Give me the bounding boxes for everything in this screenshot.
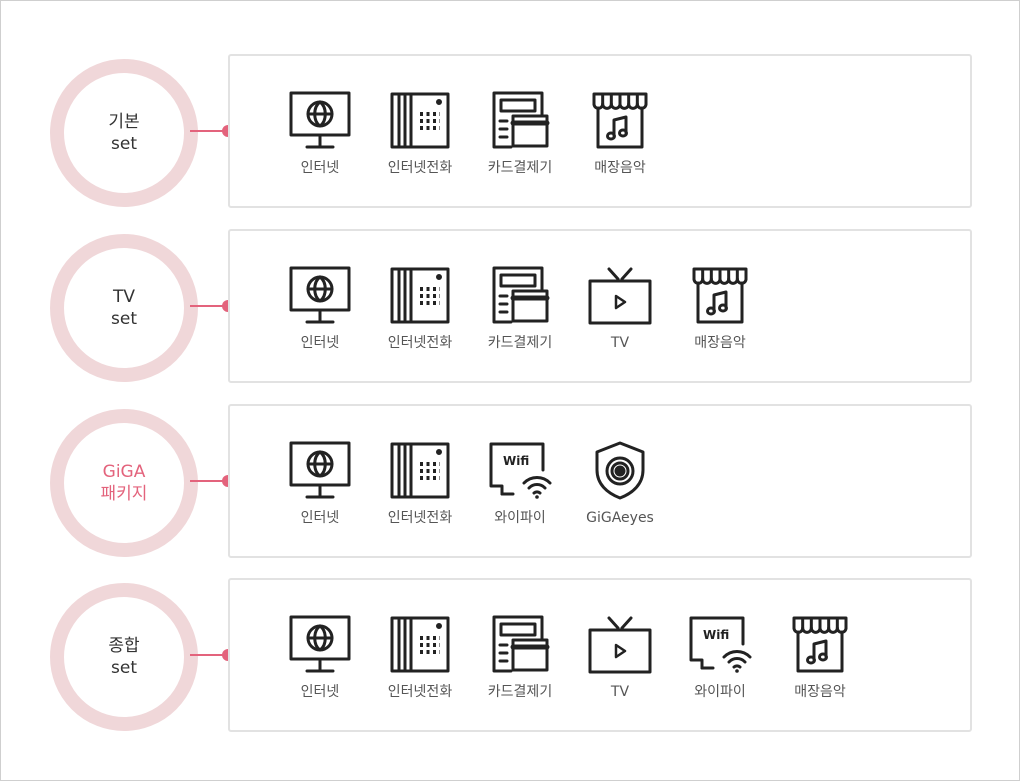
wifi-router-icon: Wifi <box>487 440 553 502</box>
desk-phone-icon <box>387 90 453 152</box>
desk-phone-icon <box>387 440 453 502</box>
service-label: 인터넷전화 <box>387 335 453 351</box>
service-item: 카드결제기 <box>470 614 570 701</box>
desk-phone-icon <box>387 265 453 327</box>
set-row-tv: TV set 인터넷 인터넷전화 카드결제기 TV 매장음악 <box>1 229 1020 384</box>
set-row-giga: GiGA 패키지 인터넷 인터넷전화 Wifi 와이파이 GiGAeyes <box>1 404 1020 559</box>
set-title-line2: set <box>111 309 137 329</box>
service-label: 카드결제기 <box>487 684 553 700</box>
service-item: 인터넷전화 <box>370 90 470 177</box>
card-terminal-icon <box>487 265 553 327</box>
service-label: 인터넷 <box>300 335 340 351</box>
service-label: GiGAeyes <box>586 510 654 526</box>
wifi-router-icon: Wifi <box>687 614 753 676</box>
service-label: 인터넷전화 <box>387 684 453 700</box>
set-badge: 종합 set <box>50 583 198 731</box>
service-label: TV <box>610 684 630 700</box>
tv-play-icon <box>587 614 653 676</box>
service-item: 인터넷전화 <box>370 265 470 352</box>
service-label: 카드결제기 <box>487 335 553 351</box>
service-item: GiGAeyes <box>570 440 670 527</box>
service-item: 매장음악 <box>670 265 770 352</box>
service-label: 카드결제기 <box>487 160 553 176</box>
service-item: 매장음악 <box>570 90 670 177</box>
service-label: 매장음악 <box>594 160 646 176</box>
set-title-line1: 종합 <box>108 636 140 656</box>
service-label: 인터넷전화 <box>387 160 453 176</box>
store-music-icon <box>587 90 653 152</box>
service-list: 인터넷 인터넷전화 Wifi 와이파이 GiGAeyes <box>270 440 670 527</box>
desk-phone-icon <box>387 614 453 676</box>
set-title-line2: 패키지 <box>100 484 148 504</box>
card-terminal-icon <box>487 614 553 676</box>
service-item: 인터넷전화 <box>370 440 470 527</box>
service-item: TV <box>570 614 670 701</box>
monitor-globe-icon <box>287 614 353 676</box>
service-item: 인터넷 <box>270 614 370 701</box>
svg-text:Wifi: Wifi <box>503 454 529 468</box>
service-item: Wifi 와이파이 <box>670 614 770 701</box>
service-item: 인터넷전화 <box>370 614 470 701</box>
set-title-line2: set <box>111 658 137 678</box>
service-item: 인터넷 <box>270 90 370 177</box>
service-label: 인터넷전화 <box>387 510 453 526</box>
set-title-line1: 기본 <box>108 112 140 132</box>
service-item: 매장음악 <box>770 614 870 701</box>
service-item: 카드결제기 <box>470 90 570 177</box>
set-panel: 인터넷 인터넷전화 카드결제기 <box>228 229 972 383</box>
tv-play-icon <box>587 265 653 327</box>
service-label: 인터넷 <box>300 160 340 176</box>
service-item: Wifi 와이파이 <box>470 440 570 527</box>
set-badge: 기본 set <box>50 59 198 207</box>
service-label: TV <box>610 335 630 351</box>
set-title-line1: GiGA <box>102 462 146 482</box>
service-item: TV <box>570 265 670 352</box>
service-list: 인터넷 인터넷전화 카드결제기 <box>270 614 870 701</box>
set-badge: TV set <box>50 234 198 382</box>
service-label: 매장음악 <box>794 684 846 700</box>
service-list: 인터넷 인터넷전화 카드결제기 <box>270 90 670 177</box>
set-row-basic: 기본 set 인터넷 인터넷전화 카드결제기 매장음악 <box>1 54 1020 209</box>
store-music-icon <box>787 614 853 676</box>
diagram-frame: 기본 set 인터넷 인터넷전화 카드결제기 매장음악 TV set 인터넷 인… <box>0 0 1020 781</box>
service-item: 인터넷 <box>270 265 370 352</box>
store-music-icon <box>687 265 753 327</box>
card-terminal-icon <box>487 90 553 152</box>
set-title-line1: TV <box>112 287 135 307</box>
set-badge: GiGA 패키지 <box>50 409 198 557</box>
set-panel: 인터넷 인터넷전화 Wifi 와이파이 GiGAeyes <box>228 404 972 558</box>
service-label: 매장음악 <box>694 335 746 351</box>
service-item: 카드결제기 <box>470 265 570 352</box>
set-panel: 인터넷 인터넷전화 카드결제기 <box>228 578 972 732</box>
camera-shield-icon <box>587 440 653 502</box>
set-title-line2: set <box>111 134 137 154</box>
set-panel: 인터넷 인터넷전화 카드결제기 <box>228 54 972 208</box>
monitor-globe-icon <box>287 440 353 502</box>
set-row-combined: 종합 set 인터넷 인터넷전화 카드결제기 TV Wifi 와이파이 매장음악 <box>1 578 1020 733</box>
service-label: 인터넷 <box>300 684 340 700</box>
service-label: 와이파이 <box>494 510 546 526</box>
service-list: 인터넷 인터넷전화 카드결제기 <box>270 265 770 352</box>
monitor-globe-icon <box>287 265 353 327</box>
service-label: 인터넷 <box>300 510 340 526</box>
service-item: 인터넷 <box>270 440 370 527</box>
service-label: 와이파이 <box>694 684 746 700</box>
svg-text:Wifi: Wifi <box>703 628 729 642</box>
monitor-globe-icon <box>287 90 353 152</box>
